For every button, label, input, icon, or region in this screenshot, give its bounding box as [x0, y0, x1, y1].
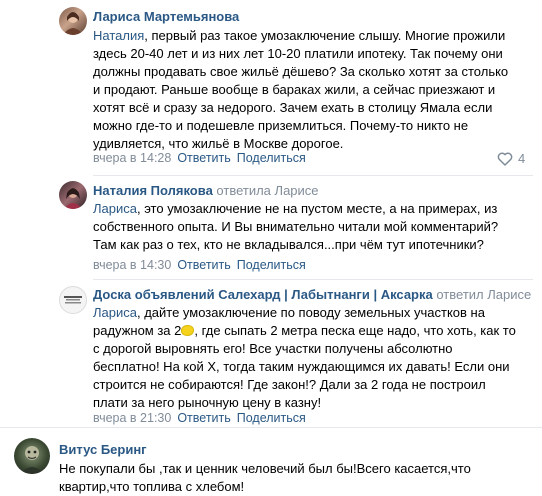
comment-author-line: Доска объявлений Салехард | Лабытнанги |…	[93, 287, 531, 302]
comment-time[interactable]: вчера в 14:28	[93, 151, 171, 165]
avatar[interactable]	[59, 286, 87, 314]
comment-author[interactable]: Витус Беринг	[59, 442, 147, 457]
comment-meta: вчера в 14:28 Ответить Поделиться	[93, 151, 306, 165]
reply-to: ответил Ларисе	[436, 287, 531, 302]
comment-text: Лариса, дайте умозаключение по поводу зе…	[93, 304, 533, 412]
comment-author[interactable]: Доска объявлений Салехард | Лабытнанги |…	[93, 287, 433, 302]
heart-outline-icon	[497, 151, 513, 166]
reply-to: ответила Ларисе	[216, 183, 318, 198]
comment-text: Не покупали бы ,так и ценник человечий б…	[59, 461, 471, 494]
mention-link[interactable]: Лариса	[93, 201, 137, 216]
comment-text: Наталия, первый раз такое умозаключение …	[93, 27, 533, 153]
comment-text: Лариса, это умозаключение не на пустом м…	[93, 200, 533, 254]
comment-1: Лариса Мартемьянова Наталия, первый раз …	[0, 0, 542, 175]
like-button[interactable]: 4	[497, 151, 525, 166]
share-button[interactable]: Поделиться	[237, 411, 306, 425]
reply-prefix: ответила	[216, 183, 271, 198]
comment-meta: вчера в 14:30 Ответить Поделиться	[93, 258, 306, 272]
reply-target[interactable]: Ларисе	[487, 287, 531, 302]
comment-3: Доска объявлений Салехард | Лабытнанги |…	[0, 280, 542, 425]
comment-4: Витус Беринг Не покупали бы ,так и ценни…	[0, 428, 542, 495]
comment-body: , это умозаключение не на пустом месте, …	[93, 201, 499, 252]
lemon-emoji-icon	[181, 325, 195, 336]
reply-button[interactable]: Ответить	[177, 411, 230, 425]
comment-author[interactable]: Лариса Мартемьянова	[93, 9, 239, 24]
comment-2: Наталия Полякова ответила Ларисе Лариса,…	[0, 175, 542, 280]
share-button[interactable]: Поделиться	[237, 258, 306, 272]
like-count: 4	[518, 151, 526, 166]
comment-meta: вчера в 21:30 Ответить Поделиться	[93, 411, 306, 425]
avatar[interactable]	[59, 7, 87, 35]
comment-time[interactable]: вчера в 21:30	[93, 411, 171, 425]
reply-button[interactable]: Ответить	[177, 258, 230, 272]
mention-link[interactable]: Наталия	[93, 28, 144, 43]
reply-target[interactable]: Ларисе	[275, 183, 319, 198]
avatar[interactable]	[14, 438, 50, 474]
share-button[interactable]: Поделиться	[237, 151, 306, 165]
reply-prefix: ответил	[436, 287, 484, 302]
avatar[interactable]	[59, 181, 87, 209]
reply-button[interactable]: Ответить	[177, 151, 230, 165]
comment-time[interactable]: вчера в 14:30	[93, 258, 171, 272]
comment-author[interactable]: Наталия Полякова	[93, 183, 213, 198]
comment-author-line: Наталия Полякова ответила Ларисе	[93, 183, 319, 198]
mention-link[interactable]: Лариса	[93, 305, 137, 320]
comment-body: , первый раз такое умозаключение слышу. …	[93, 28, 509, 151]
